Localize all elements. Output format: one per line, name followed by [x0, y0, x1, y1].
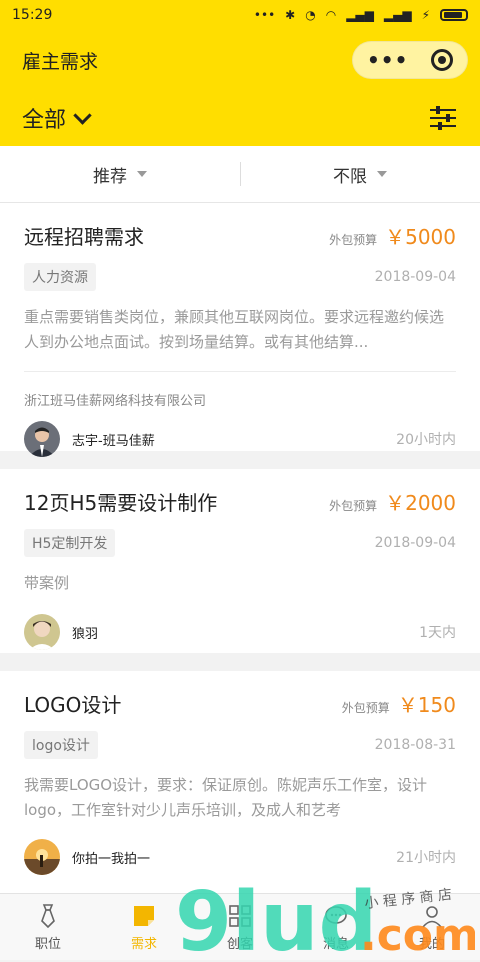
- bluetooth-icon: ✱: [285, 8, 296, 22]
- divider: [24, 371, 456, 372]
- sort-recommend-label: 推荐: [93, 166, 127, 187]
- tab-mine[interactable]: 我的: [384, 894, 480, 960]
- sort-bar: 推荐 不限: [0, 146, 480, 203]
- user-name: 狼羽: [72, 626, 99, 642]
- cell-signal-icon: ▂▄▆: [346, 8, 374, 22]
- filter-settings-icon[interactable]: [430, 106, 458, 130]
- charging-icon: ⚡: [421, 8, 430, 22]
- post-time: 20小时内: [396, 432, 456, 448]
- sort-recommend[interactable]: 推荐: [0, 162, 240, 187]
- tab-demands[interactable]: 需求: [96, 894, 192, 960]
- caret-down-icon: [137, 171, 147, 177]
- sort-unlimited-label: 不限: [333, 166, 367, 187]
- user-name: 志宇-班马佳薪: [72, 433, 155, 449]
- company-name: 浙江班马佳薪网络科技有限公司: [24, 394, 207, 409]
- sort-unlimited[interactable]: 不限: [240, 162, 480, 187]
- avatar: [24, 614, 60, 650]
- wifi-icon: ◠: [325, 8, 337, 22]
- tab-bar: 职位 需求 创客 消息 我的: [0, 893, 480, 960]
- demand-card[interactable]: 远程招聘需求 外包预算 ￥5000 人力资源 2018-09-04 重点需要销售…: [0, 203, 480, 457]
- budget-label: 外包预算: [329, 232, 378, 247]
- tab-messages[interactable]: 消息: [288, 894, 384, 960]
- status-bar: 15:29 ••• ✱ ◔ ◠ ▂▄▆ ▂▄▆ ⚡: [0, 0, 480, 30]
- price: ￥150: [397, 692, 456, 717]
- poster[interactable]: 志宇-班马佳薪: [24, 421, 155, 457]
- tab-makers[interactable]: 创客: [192, 894, 288, 960]
- demand-card[interactable]: LOGO设计 外包预算 ￥150 logo设计 2018-08-31 我需要LO…: [0, 671, 480, 893]
- cell-signal-2-icon: ▂▄▆: [383, 8, 412, 22]
- post-date: 2018-09-04: [374, 269, 456, 285]
- note-icon: [131, 903, 157, 929]
- status-icons: ••• ✱ ◔ ◠ ▂▄▆ ▂▄▆ ⚡: [254, 8, 468, 22]
- page-title: 雇主需求: [22, 50, 99, 73]
- post-date: 2018-09-04: [374, 535, 456, 551]
- tab-label: 我的: [418, 936, 445, 952]
- description: 带案例: [24, 574, 70, 592]
- tab-label: 需求: [130, 936, 157, 952]
- category-label: 全部: [22, 108, 67, 133]
- header: 15:29 ••• ✱ ◔ ◠ ▂▄▆ ▂▄▆ ⚡ 雇主需求 ••• 全部: [0, 0, 480, 146]
- card-title: LOGO设计: [24, 692, 122, 717]
- post-time: 1天内: [419, 625, 456, 641]
- nav-bar: 雇主需求 •••: [0, 30, 480, 90]
- description: 我需要LOGO设计，要求：保证原创。陈妮声乐工作室，设计logo，工作室针对少儿…: [24, 776, 428, 819]
- chat-icon: [323, 903, 349, 929]
- tab-label: 职位: [34, 936, 61, 952]
- tab-label: 创客: [226, 936, 253, 952]
- more-icon[interactable]: •••: [367, 48, 408, 72]
- category-tag: H5定制开发: [24, 529, 116, 557]
- category-tag: 人力资源: [24, 263, 96, 291]
- category-tag: logo设计: [24, 731, 98, 759]
- alarm-icon: ◔: [305, 8, 316, 22]
- tab-label: 消息: [322, 936, 349, 952]
- divider: [240, 162, 241, 186]
- tie-icon: [35, 903, 61, 929]
- chevron-down-icon: [73, 105, 92, 125]
- description: 重点需要销售类岗位，兼顾其他互联网岗位。要求远程邀约候选人到办公地点面试。按到场…: [24, 308, 445, 351]
- avatar: [24, 421, 60, 457]
- budget-label: 外包预算: [341, 700, 390, 715]
- status-time: 15:29: [12, 7, 53, 23]
- post-date: 2018-08-31: [374, 737, 456, 753]
- tab-jobs[interactable]: 职位: [0, 894, 96, 960]
- poster[interactable]: 你拍一我拍一: [24, 839, 150, 875]
- close-miniprogram-icon[interactable]: [431, 49, 453, 71]
- demand-list: 远程招聘需求 外包预算 ￥5000 人力资源 2018-09-04 重点需要销售…: [0, 203, 480, 893]
- grid-icon: [227, 903, 253, 929]
- demand-card[interactable]: 12页H5需要设计制作 外包预算 ￥2000 H5定制开发 2018-09-04…: [0, 469, 480, 653]
- card-title: 远程招聘需求: [24, 224, 144, 249]
- post-time: 21小时内: [396, 850, 456, 866]
- poster[interactable]: 狼羽: [24, 614, 98, 650]
- price: ￥2000: [385, 490, 456, 515]
- battery-icon: [440, 9, 468, 21]
- price: ￥5000: [385, 224, 456, 249]
- miniprogram-capsule: •••: [352, 41, 468, 79]
- user-name: 你拍一我拍一: [72, 851, 151, 867]
- person-icon: [419, 903, 445, 929]
- avatar: [24, 839, 60, 875]
- budget-label: 外包预算: [329, 498, 378, 513]
- caret-down-icon: [377, 171, 387, 177]
- card-title: 12页H5需要设计制作: [24, 490, 218, 515]
- signal-dots: •••: [253, 8, 276, 22]
- category-selector[interactable]: 全部: [22, 102, 92, 134]
- category-bar: 全部: [0, 90, 480, 146]
